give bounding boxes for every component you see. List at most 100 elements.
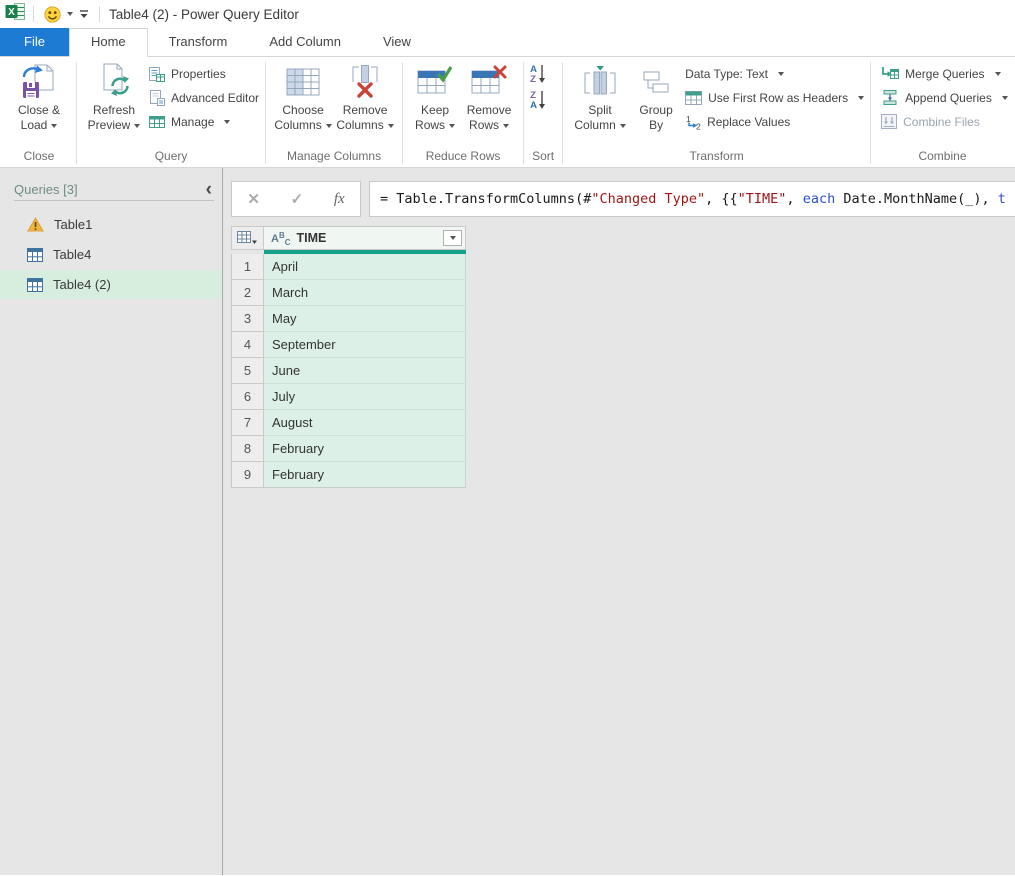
close-and-load-icon: [20, 61, 58, 103]
query-item-table4-2-selected[interactable]: Table4 (2): [0, 270, 222, 299]
table-row: 9 February: [231, 462, 466, 488]
data-type-button[interactable]: Data Type: Text: [685, 65, 864, 82]
row-number[interactable]: 8: [231, 436, 264, 462]
query-item-label: Table4 (2): [53, 277, 111, 292]
dropdown-caret: [51, 124, 57, 128]
advanced-editor-icon: [149, 90, 165, 106]
keep-rows-button[interactable]: Keep Rows: [409, 59, 461, 147]
row-number[interactable]: 9: [231, 462, 264, 488]
close-and-load-button[interactable]: Close & Load: [8, 59, 70, 147]
formula-input[interactable]: = Table.TransformColumns(#"Changed Type"…: [369, 181, 1015, 217]
svg-text:2: 2: [696, 121, 701, 130]
titlebar-separator: [33, 6, 34, 22]
tab-file[interactable]: File: [0, 28, 69, 56]
formula-token: ,: [786, 191, 802, 207]
append-queries-label: Append Queries: [905, 91, 992, 105]
advanced-editor-button[interactable]: Advanced Editor: [149, 89, 259, 106]
svg-text:X: X: [8, 7, 15, 18]
table-cell[interactable]: April: [264, 254, 466, 280]
query-item-label: Table4: [53, 247, 91, 262]
table-cell[interactable]: May: [264, 306, 466, 332]
dropdown-caret: [326, 124, 332, 128]
row-number[interactable]: 1: [231, 254, 264, 280]
table-cell[interactable]: March: [264, 280, 466, 306]
formula-token-string: "Changed Type": [591, 191, 705, 207]
row-number[interactable]: 3: [231, 306, 264, 332]
tab-view[interactable]: View: [362, 28, 432, 56]
remove-columns-button[interactable]: Remove Columns: [334, 59, 396, 147]
table-row: 7 August: [231, 410, 466, 436]
titlebar-separator: [99, 6, 100, 22]
table-row: 3 May: [231, 306, 466, 332]
table-cell[interactable]: September: [264, 332, 466, 358]
table-cell[interactable]: August: [264, 410, 466, 436]
dropdown-caret: [449, 124, 455, 128]
tab-transform[interactable]: Transform: [148, 28, 249, 56]
refresh-preview-button[interactable]: Refresh Preview: [83, 59, 145, 147]
merge-queries-button[interactable]: Merge Queries: [881, 65, 1008, 82]
sort-ascending-button[interactable]: A Z: [530, 64, 546, 85]
down-arrow-icon: [538, 90, 546, 111]
table-cell[interactable]: July: [264, 384, 466, 410]
table-cell[interactable]: June: [264, 358, 466, 384]
tab-home[interactable]: Home: [69, 28, 148, 57]
manage-label: Manage: [171, 115, 214, 129]
button-label-line1: Close &: [18, 103, 60, 118]
formula-token: Date.MonthName(_),: [835, 191, 998, 207]
choose-columns-button[interactable]: Choose Columns: [272, 59, 334, 147]
dropdown-caret: [503, 124, 509, 128]
table-icon: [27, 278, 43, 292]
properties-button[interactable]: Properties: [149, 65, 259, 82]
ribbon-group-query: Refresh Preview Properties: [77, 59, 265, 167]
table-cell[interactable]: February: [264, 462, 466, 488]
replace-values-icon: 1 2: [685, 114, 701, 130]
row-number[interactable]: 2: [231, 280, 264, 306]
use-first-row-as-headers-button[interactable]: Use First Row as Headers: [685, 89, 864, 106]
button-label-line2: Rows: [469, 118, 509, 133]
query-item-label: Table1: [54, 217, 92, 232]
refresh-preview-icon: [95, 61, 133, 103]
column-name: TIME: [297, 231, 443, 245]
commit-formula-icon[interactable]: ✓: [291, 190, 304, 208]
feedback-smiley-button[interactable]: [41, 4, 76, 25]
table-row: 8 February: [231, 436, 466, 462]
title-bar: X Table4 (2) - Power Query Editor: [0, 0, 1015, 28]
manage-button[interactable]: Manage: [149, 113, 259, 130]
dropdown-caret: [67, 12, 73, 16]
column-filter-button[interactable]: [443, 230, 462, 246]
dropdown-caret: [134, 124, 140, 128]
dropdown-caret: [858, 96, 864, 100]
row-number[interactable]: 6: [231, 384, 264, 410]
table-cell[interactable]: February: [264, 436, 466, 462]
row-number[interactable]: 4: [231, 332, 264, 358]
ribbon-group-transform: Split Column Group By Data Type: Text: [563, 59, 870, 167]
warning-icon: [27, 217, 44, 232]
query-item-table4[interactable]: Table4: [0, 240, 222, 269]
ribbon: Close & Load Close: [0, 57, 1015, 168]
remove-rows-button[interactable]: Remove Rows: [461, 59, 517, 147]
remove-columns-icon: [346, 61, 384, 103]
dropdown-caret: [620, 124, 626, 128]
collapse-pane-chevron-icon[interactable]: ‹: [206, 184, 214, 196]
customize-quick-access-toolbar-button[interactable]: [76, 8, 92, 21]
customize-toolbar-icon: [79, 10, 89, 19]
append-queries-button[interactable]: Append Queries: [881, 89, 1008, 106]
row-number[interactable]: 7: [231, 410, 264, 436]
first-row-headers-label: Use First Row as Headers: [708, 91, 848, 105]
group-label-query: Query: [83, 147, 259, 167]
ribbon-group-close: Close & Load Close: [2, 59, 76, 167]
tab-add-column[interactable]: Add Column: [248, 28, 362, 56]
query-item-table1[interactable]: Table1: [0, 210, 222, 239]
formula-token-keyword: t: [998, 191, 1006, 207]
sort-descending-button[interactable]: Z A: [530, 90, 546, 111]
advanced-editor-label: Advanced Editor: [171, 91, 259, 105]
cancel-formula-icon[interactable]: ✕: [247, 190, 260, 208]
select-all-corner-button[interactable]: [231, 226, 264, 250]
column-header-time[interactable]: ABC TIME: [264, 226, 466, 250]
split-column-button[interactable]: Split Column: [569, 59, 631, 147]
split-column-icon: [581, 61, 619, 103]
group-by-button[interactable]: Group By: [631, 59, 681, 147]
row-number[interactable]: 5: [231, 358, 264, 384]
replace-values-button[interactable]: 1 2 Replace Values: [685, 113, 864, 130]
text-type-icon: ABC: [271, 229, 291, 247]
